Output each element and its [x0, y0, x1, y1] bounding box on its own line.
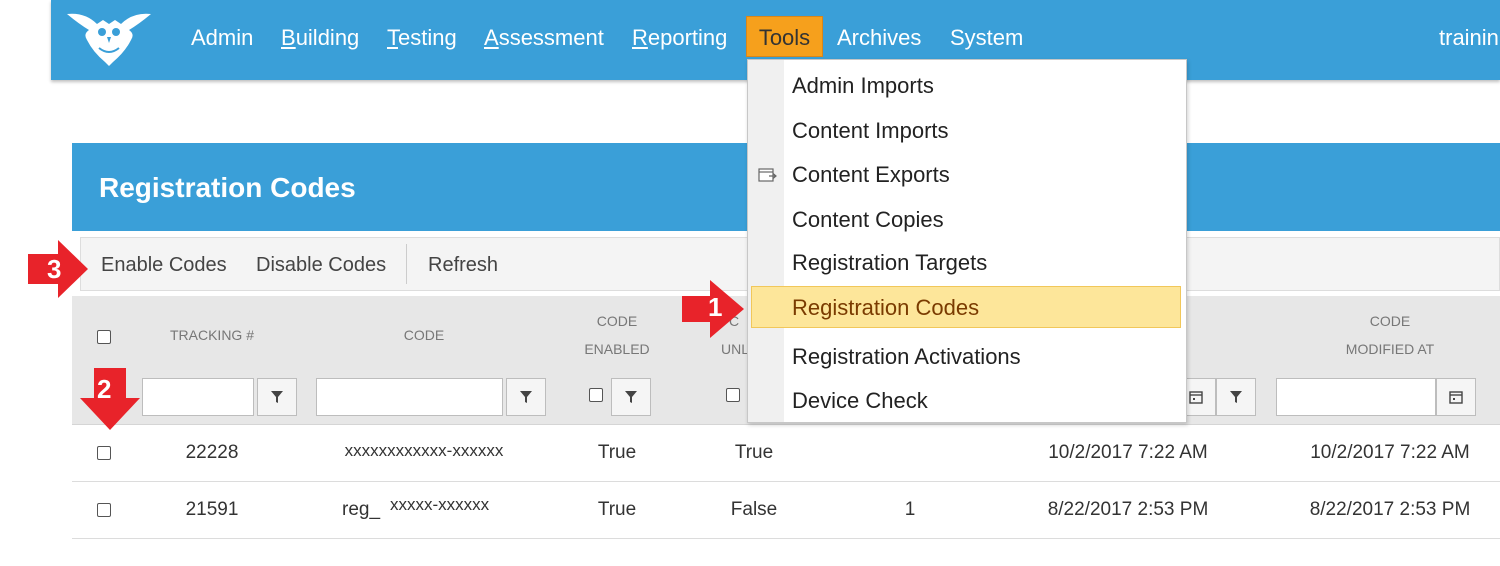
tracking-filter-input[interactable]: [142, 378, 254, 416]
nav-assessment[interactable]: Assessment: [484, 24, 604, 52]
nav-reporting[interactable]: Reporting: [632, 24, 727, 52]
disable-codes-button[interactable]: Disable Codes: [256, 253, 386, 277]
filter-icon: [520, 391, 532, 403]
nav-building[interactable]: Building: [281, 24, 359, 52]
menu-item-registration-targets[interactable]: Registration Targets: [792, 249, 987, 277]
enabled-cell: True: [597, 499, 637, 520]
filter-icon: [625, 391, 637, 403]
header-code[interactable]: CODE: [374, 321, 474, 349]
enabled-cell: True: [597, 442, 637, 463]
header-enabled-line1[interactable]: CODE: [567, 307, 667, 335]
code-filter-button[interactable]: [506, 378, 546, 416]
tracking-filter-button[interactable]: [257, 378, 297, 416]
tracking-cell: 22228: [185, 442, 239, 463]
code-cell: xxxxxxxxxxxx-xxxxxx: [344, 441, 504, 460]
row-checkbox[interactable]: [97, 503, 111, 517]
menu-item-admin-imports[interactable]: Admin Imports: [792, 72, 934, 100]
nav-system[interactable]: System: [950, 24, 1023, 52]
menu-item-registration-activations[interactable]: Registration Activations: [792, 343, 1021, 371]
modified-filter-input[interactable]: [1276, 378, 1436, 416]
export-icon: [758, 168, 777, 182]
count-cell: 1: [904, 499, 916, 520]
enable-codes-button[interactable]: Enable Codes: [101, 253, 227, 277]
enabled-filter-checkbox[interactable]: [589, 388, 603, 402]
menu-item-content-exports[interactable]: Content Exports: [792, 161, 950, 189]
unlimited-filter-checkbox[interactable]: [726, 388, 740, 402]
step-2-label: 2: [97, 374, 112, 404]
nav-testing[interactable]: Testing: [387, 24, 457, 52]
nav-admin[interactable]: Admin: [191, 24, 253, 52]
filter-icon: [271, 391, 283, 403]
tools-dropdown-menu: Admin Imports Content Imports Content Ex…: [747, 59, 1187, 423]
tracking-cell: 21591: [185, 499, 239, 520]
table-row[interactable]: 21591 reg_ xxxxx-xxxxxx True False 1 8/2…: [72, 482, 1500, 539]
table-row[interactable]: 22228 xxxxxxxxxxxx-xxxxxx True True 10/2…: [72, 425, 1500, 482]
select-all-checkbox[interactable]: [97, 330, 111, 344]
header-modified-line1[interactable]: CODE: [1340, 307, 1440, 335]
unlimited-cell: True: [734, 442, 774, 463]
nav-tools[interactable]: Tools: [746, 16, 823, 57]
code-cell: xxxxx-xxxxxx: [390, 495, 490, 514]
menu-item-content-imports[interactable]: Content Imports: [792, 117, 949, 145]
menu-item-content-copies[interactable]: Content Copies: [792, 206, 944, 234]
created-cell: 8/22/2017 2:53 PM: [1047, 499, 1209, 520]
menu-icon-gutter: [748, 60, 784, 422]
modified-cell: 8/22/2017 2:53 PM: [1309, 499, 1471, 520]
owl-logo-icon[interactable]: [63, 6, 155, 68]
step-3-label: 3: [47, 254, 62, 284]
filter-icon: [1230, 391, 1242, 403]
row-checkbox[interactable]: [97, 446, 111, 460]
calendar-icon: [1189, 391, 1203, 404]
enabled-filter-button[interactable]: [611, 378, 651, 416]
nav-archives[interactable]: Archives: [837, 24, 921, 52]
created-filter-button[interactable]: [1216, 378, 1256, 416]
header-enabled-line2[interactable]: ENABLED: [567, 335, 667, 363]
menu-item-device-check[interactable]: Device Check: [792, 387, 928, 415]
calendar-icon: [1449, 391, 1463, 404]
modified-date-picker-button[interactable]: [1436, 378, 1476, 416]
step-1-label: 1: [708, 292, 723, 322]
code-filter-input[interactable]: [316, 378, 503, 416]
code-prefix-cell: reg_: [342, 499, 381, 520]
refresh-button[interactable]: Refresh: [428, 253, 498, 277]
user-menu[interactable]: trainin: [1439, 24, 1499, 52]
toolbar-divider: [406, 244, 407, 284]
header-modified-line2[interactable]: MODIFIED AT: [1330, 335, 1450, 363]
menu-item-registration-codes[interactable]: Registration Codes: [792, 294, 979, 322]
header-tracking[interactable]: TRACKING #: [162, 321, 262, 349]
unlimited-cell: False: [730, 499, 778, 520]
modified-cell: 10/2/2017 7:22 AM: [1310, 442, 1470, 463]
created-cell: 10/2/2017 7:22 AM: [1048, 442, 1208, 463]
page-title: Registration Codes: [99, 172, 356, 203]
